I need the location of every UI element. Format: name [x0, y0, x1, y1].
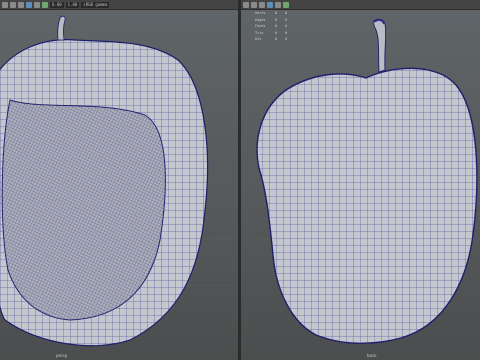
wireframe-icon[interactable]	[10, 1, 16, 8]
viewport-toolbar: 0.00 1.00 sRGB gamma	[0, 0, 238, 10]
camera-label: back	[367, 353, 377, 358]
right-viewport[interactable]: Verts 0 0 Edges 0 0 Faces 0 0 Tris 0 0 UVs 0 0 bac…	[241, 0, 480, 360]
exposure-field[interactable]: 0.00	[50, 1, 64, 8]
textured-icon[interactable]	[26, 1, 32, 8]
camera-icon[interactable]	[2, 1, 8, 8]
color-space-field[interactable]: sRGB gamma	[81, 1, 110, 8]
wireframe-icon[interactable]	[251, 1, 257, 8]
hud-row: UVs 0 0	[255, 37, 288, 41]
left-viewport[interactable]: 0.00 1.00 sRGB gamma persp	[0, 0, 238, 360]
camera-label: persp	[56, 353, 68, 358]
shaded-icon[interactable]	[259, 1, 265, 8]
bitten-apple-mesh	[0, 15, 238, 347]
poly-count-hud: Verts 0 0 Edges 0 0 Faces 0 0 Tris 0 0 UVs 0 0	[255, 10, 287, 43]
viewport-toolbar	[241, 0, 480, 10]
gamma-value-field[interactable]: 1.00	[65, 1, 80, 8]
isolate-icon[interactable]	[283, 1, 289, 8]
shaded-icon[interactable]	[18, 1, 24, 8]
isolate-icon[interactable]	[42, 1, 48, 8]
lights-icon[interactable]	[275, 1, 281, 8]
camera-icon[interactable]	[243, 1, 249, 8]
whole-apple-mesh	[241, 18, 480, 344]
lights-icon[interactable]	[34, 1, 40, 8]
textured-icon[interactable]	[267, 1, 273, 8]
